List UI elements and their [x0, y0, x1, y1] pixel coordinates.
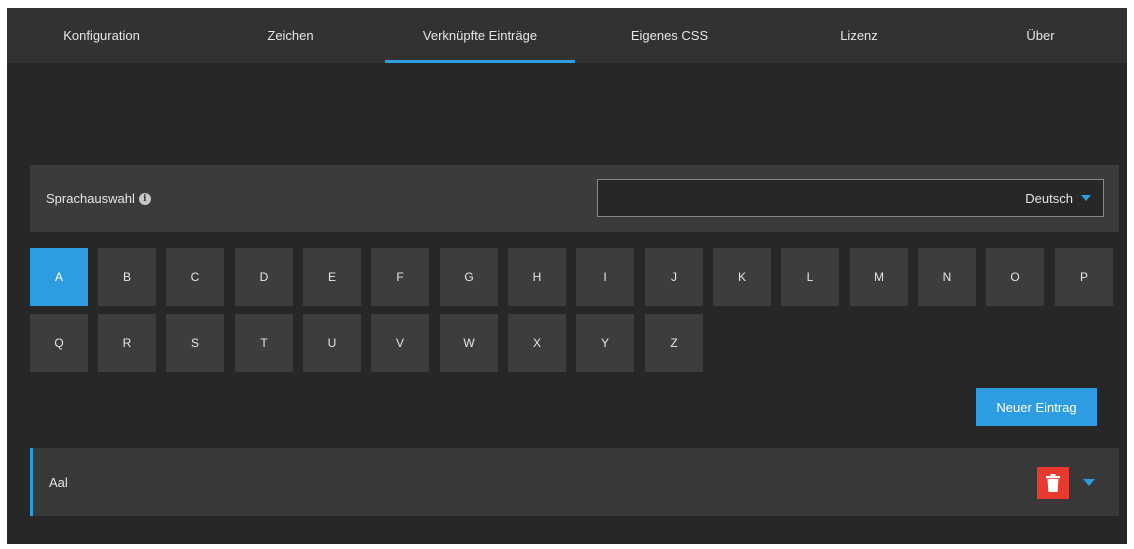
- delete-entry-button[interactable]: [1037, 467, 1069, 499]
- language-panel: Sprachauswahl i Deutsch: [30, 165, 1119, 232]
- trash-icon: [1046, 474, 1060, 492]
- letter-button-e[interactable]: E: [303, 248, 361, 306]
- letter-button-p[interactable]: P: [1055, 248, 1113, 306]
- language-label-group: Sprachauswahl i: [46, 165, 151, 232]
- tab-ueber[interactable]: Über: [954, 8, 1127, 63]
- letter-button-m[interactable]: M: [850, 248, 908, 306]
- entry-accent-bar: [30, 448, 33, 516]
- tab-lizenz[interactable]: Lizenz: [764, 8, 954, 63]
- letter-button-i[interactable]: I: [576, 248, 634, 306]
- letter-button-r[interactable]: R: [98, 314, 156, 372]
- app-frame: Konfiguration Zeichen Verknüpfte Einträg…: [7, 8, 1127, 544]
- letter-button-l[interactable]: L: [781, 248, 839, 306]
- letter-button-z[interactable]: Z: [645, 314, 703, 372]
- letter-button-w[interactable]: W: [440, 314, 498, 372]
- language-selected-value: Deutsch: [1025, 190, 1073, 206]
- tab-verknuepfte-eintraege[interactable]: Verknüpfte Einträge: [385, 8, 575, 63]
- letter-button-t[interactable]: T: [235, 314, 293, 372]
- tab-label: Eigenes CSS: [630, 28, 709, 43]
- tab-label: Lizenz: [840, 28, 878, 43]
- letter-button-h[interactable]: H: [508, 248, 566, 306]
- letter-button-d[interactable]: D: [235, 248, 293, 306]
- language-select[interactable]: Deutsch: [597, 179, 1104, 217]
- letter-button-s[interactable]: S: [166, 314, 224, 372]
- tab-zeichen[interactable]: Zeichen: [196, 8, 385, 63]
- letter-button-n[interactable]: N: [918, 248, 976, 306]
- letter-button-q[interactable]: Q: [30, 314, 88, 372]
- letter-button-f[interactable]: F: [371, 248, 429, 306]
- new-entry-button[interactable]: Neuer Eintrag: [976, 388, 1097, 426]
- chevron-down-icon[interactable]: [1083, 479, 1095, 486]
- tab-bar: Konfiguration Zeichen Verknüpfte Einträg…: [7, 8, 1127, 63]
- tab-eigenes-css[interactable]: Eigenes CSS: [575, 8, 764, 63]
- letter-button-v[interactable]: V: [371, 314, 429, 372]
- letter-button-u[interactable]: U: [303, 314, 361, 372]
- tab-konfiguration[interactable]: Konfiguration: [7, 8, 196, 63]
- tab-label: Über: [1026, 28, 1055, 43]
- language-label: Sprachauswahl: [46, 191, 135, 206]
- letter-button-k[interactable]: K: [713, 248, 771, 306]
- entry-row[interactable]: Aal: [30, 448, 1119, 516]
- letter-button-c[interactable]: C: [166, 248, 224, 306]
- info-circle-icon[interactable]: i: [138, 192, 151, 205]
- letter-button-j[interactable]: J: [645, 248, 703, 306]
- chevron-down-icon: [1081, 195, 1091, 201]
- tab-label: Zeichen: [267, 28, 314, 43]
- letter-button-x[interactable]: X: [508, 314, 566, 372]
- letter-button-a[interactable]: A: [30, 248, 88, 306]
- letter-button-g[interactable]: G: [440, 248, 498, 306]
- letter-button-o[interactable]: O: [986, 248, 1044, 306]
- letter-button-b[interactable]: B: [98, 248, 156, 306]
- entry-name: Aal: [49, 474, 68, 490]
- tab-label: Konfiguration: [63, 28, 140, 43]
- tab-label: Verknüpfte Einträge: [422, 28, 538, 43]
- letter-button-y[interactable]: Y: [576, 314, 634, 372]
